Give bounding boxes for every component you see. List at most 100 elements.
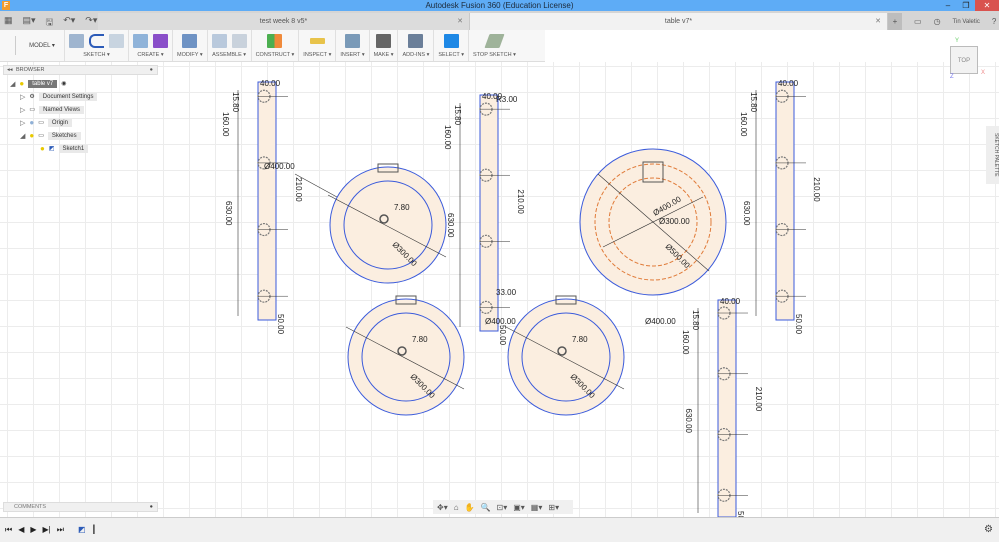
scripts-icon[interactable] — [408, 34, 424, 48]
press-pull-icon[interactable] — [182, 34, 198, 48]
expand-icon[interactable]: ◢ — [20, 132, 25, 140]
assemble-menu[interactable]: ASSEMBLE ▾ — [212, 52, 246, 58]
visibility-icon[interactable]: ● — [29, 118, 34, 127]
insert-image-icon[interactable] — [344, 34, 360, 48]
notifications-icon[interactable]: ▭ — [914, 17, 922, 26]
visibility-icon[interactable]: ● — [40, 144, 45, 153]
view-cube[interactable]: TOP — [950, 46, 978, 74]
browser-item-named-views[interactable]: ▷ ▭ Named Views — [20, 104, 84, 115]
expand-icon[interactable]: ▷ — [20, 93, 25, 101]
undo-icon[interactable]: ↶▾ — [63, 15, 75, 31]
construct-group[interactable]: CONSTRUCT ▾ — [250, 30, 299, 61]
inspect-menu[interactable]: INSPECT ▾ — [303, 52, 331, 58]
make-group[interactable]: MAKE ▾ — [368, 30, 398, 61]
expand-icon[interactable]: ▷ — [20, 119, 25, 127]
viewports-icon[interactable]: ⊞▾ — [548, 503, 559, 512]
expand-icon[interactable]: ▷ — [20, 106, 25, 114]
redo-icon[interactable]: ↷▾ — [85, 15, 97, 31]
go-to-start-button[interactable]: ⏮ — [5, 525, 12, 535]
toolbar-grip[interactable] — [4, 36, 16, 55]
settings-gear-icon[interactable]: ⚙ — [984, 524, 993, 535]
modify-menu[interactable]: MODIFY ▾ — [177, 52, 203, 58]
timeline-sketch-icon[interactable]: ◩ — [78, 525, 86, 535]
grid-settings-icon[interactable]: ▦▾ — [531, 503, 543, 512]
3d-print-icon[interactable] — [376, 34, 392, 48]
pin-icon[interactable]: ● — [150, 66, 153, 75]
plane-icon[interactable] — [267, 34, 283, 48]
insert-group[interactable]: INSERT ▾ — [335, 30, 368, 61]
browser-item-origin[interactable]: ▷ ● ▭ Origin — [20, 117, 72, 128]
pan-icon[interactable]: ✋ — [465, 503, 475, 512]
rectangle-icon[interactable] — [109, 34, 124, 48]
create-sketch-icon[interactable] — [69, 34, 84, 48]
create-group[interactable]: CREATE ▾ — [128, 30, 172, 61]
select-icon[interactable] — [443, 34, 459, 48]
sketch-palette-tab[interactable]: SKETCH PALETTE — [986, 126, 999, 184]
visibility-icon[interactable]: ● — [29, 131, 34, 140]
modify-group[interactable]: MODIFY ▾ — [172, 30, 207, 61]
browser-item-sketches[interactable]: ◢ ● ▭ Sketches — [20, 130, 81, 141]
make-menu[interactable]: MAKE ▾ — [374, 52, 394, 58]
sketch-menu[interactable]: SKETCH ▾ — [83, 52, 110, 58]
orbit-icon[interactable]: ✥▾ — [437, 503, 448, 512]
tab-table-v7[interactable]: table v7* ✕ — [470, 13, 888, 30]
user-name[interactable]: Tin Valetic — [953, 19, 980, 25]
timeline-marker[interactable]: ┃ — [92, 525, 97, 535]
save-icon[interactable]: 🖫 — [46, 15, 54, 31]
minimize-button[interactable]: – — [939, 0, 957, 11]
radio-icon[interactable]: ◉ — [61, 80, 66, 87]
close-tab-icon[interactable]: ✕ — [457, 13, 463, 30]
job-status-icon[interactable]: ◷ — [934, 17, 941, 26]
dimension-label: 40.00 — [778, 79, 799, 88]
measure-icon[interactable] — [309, 38, 325, 44]
tab-test-week-8[interactable]: test week 8 v5* ✕ — [98, 13, 470, 30]
play-button[interactable]: ▶ — [30, 525, 36, 535]
sketch-palette-label: SKETCH PALETTE — [993, 133, 999, 177]
line-icon[interactable] — [89, 34, 104, 48]
create-menu[interactable]: CREATE ▾ — [137, 52, 163, 58]
step-back-button[interactable]: ◀ — [18, 525, 24, 535]
file-menu-icon[interactable]: ▤▾ — [23, 15, 36, 31]
zoom-window-icon[interactable]: ⊡▾ — [497, 503, 508, 512]
help-icon[interactable]: ? — [992, 17, 996, 26]
radius-label: R3.00 — [496, 95, 518, 104]
browser-item-document-settings[interactable]: ▷ ⚙ Document Settings — [20, 91, 98, 102]
addins-menu[interactable]: ADD-INS ▾ — [402, 52, 429, 58]
zoom-icon[interactable]: 🔍 — [481, 503, 491, 512]
select-menu[interactable]: SELECT ▾ — [438, 52, 464, 58]
select-group[interactable]: SELECT ▾ — [433, 30, 468, 61]
restore-button[interactable]: ❐ — [957, 0, 975, 11]
stop-sketch-icon[interactable] — [484, 34, 505, 48]
new-tab-button[interactable]: + — [888, 13, 902, 30]
visibility-icon[interactable]: ● — [19, 79, 24, 88]
browser-panel-header[interactable]: ◂◂ BROWSER ● — [3, 65, 158, 75]
home-icon[interactable]: ⌂ — [454, 503, 459, 512]
new-component-icon[interactable] — [211, 34, 227, 48]
collapse-icon[interactable]: ◂◂ — [7, 66, 13, 75]
stop-sketch-menu[interactable]: STOP SKETCH ▾ — [473, 52, 516, 58]
view-cube-face[interactable]: TOP — [958, 58, 970, 64]
stop-sketch-group[interactable]: STOP SKETCH ▾ — [467, 30, 520, 61]
sketch-group[interactable]: SKETCH ▾ — [64, 30, 128, 61]
extrude-icon[interactable] — [133, 34, 148, 48]
display-settings-icon[interactable]: ▣▾ — [513, 503, 525, 512]
browser-item-root[interactable]: ◢ ● table v7 ◉ — [10, 78, 67, 89]
grid-menu-icon[interactable]: ▦ — [4, 15, 13, 31]
sketch-drawing[interactable]: 40.0015.80160.00630.00210.0050.0040.0015… — [0, 62, 999, 517]
assemble-group[interactable]: ASSEMBLE ▾ — [206, 30, 251, 61]
close-tab-icon[interactable]: ✕ — [875, 13, 881, 30]
construct-menu[interactable]: CONSTRUCT ▾ — [256, 52, 295, 58]
workspace-switcher[interactable]: MODEL ▾ — [20, 30, 64, 61]
pin-icon[interactable]: ● — [150, 503, 153, 512]
joint-icon[interactable] — [231, 34, 247, 48]
inspect-group[interactable]: INSPECT ▾ — [298, 30, 335, 61]
comments-panel[interactable]: COMMENTS ● — [3, 502, 158, 512]
form-icon[interactable] — [153, 34, 168, 48]
go-to-end-button[interactable]: ⏭ — [57, 525, 64, 535]
close-window-button[interactable]: ✕ — [975, 0, 999, 11]
insert-menu[interactable]: INSERT ▾ — [340, 52, 364, 58]
step-forward-button[interactable]: ▶| — [43, 525, 51, 535]
addins-group[interactable]: ADD-INS ▾ — [397, 30, 433, 61]
expand-icon[interactable]: ◢ — [10, 80, 15, 88]
browser-item-sketch1[interactable]: ● ◩ Sketch1 — [40, 143, 89, 154]
